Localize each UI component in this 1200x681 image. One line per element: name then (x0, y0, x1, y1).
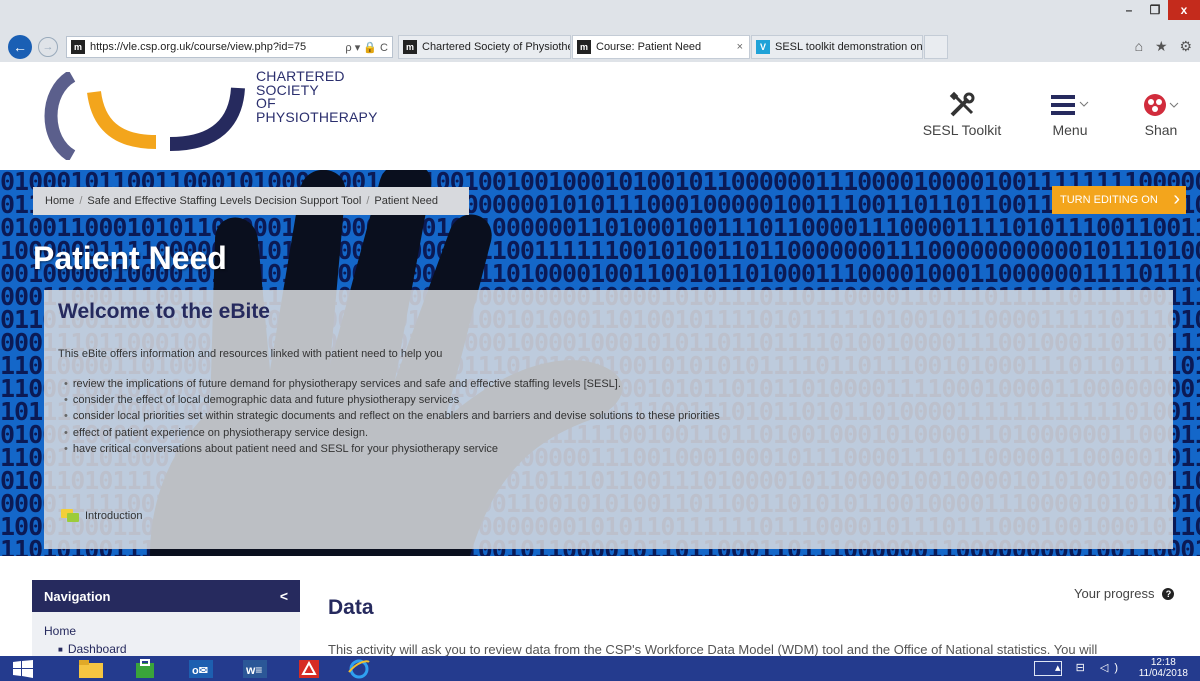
introduction-link[interactable]: Introduction (60, 508, 142, 524)
list-item: consider the effect of local demographic… (64, 394, 720, 410)
breadcrumb-separator: / (79, 195, 83, 207)
svg-text:w≡: w≡ (245, 663, 262, 677)
progress-label: Your progress (1074, 586, 1155, 601)
outlook-icon[interactable]: o✉ (182, 657, 220, 680)
address-tools[interactable]: ρ ▾ 🔒 C (345, 41, 388, 54)
breadcrumb-separator: / (366, 195, 370, 207)
navigation-header: Navigation < (32, 580, 300, 612)
welcome-intro: This eBite offers information and resour… (58, 348, 443, 360)
navigation-block: Navigation < Home Dashboard (32, 580, 300, 656)
tab-label: Course: Patient Need (596, 41, 702, 53)
welcome-title: Welcome to the eBite (58, 300, 270, 323)
navigation-title: Navigation (44, 588, 111, 604)
new-tab-button[interactable] (924, 35, 948, 59)
menu-button[interactable]: Menu (1040, 88, 1100, 138)
windows-logo-icon (13, 659, 33, 678)
browser-chrome: – ❐ x ← → m https://vle.csp.org.uk/cours… (0, 0, 1200, 62)
v-icon: V (756, 40, 770, 54)
list-item: have critical conversations about patien… (64, 443, 720, 459)
internet-explorer-icon[interactable] (340, 657, 378, 680)
tools-icon (949, 91, 975, 117)
section-description: This activity will ask you to review dat… (328, 642, 1098, 656)
collapse-icon[interactable]: < (280, 588, 288, 604)
section-title: Data (328, 596, 374, 619)
windows-taskbar: o✉ w≡ ▴ ⊟ ◁) 12:18 11/04/2018 (0, 656, 1200, 681)
list-item: review the implications of future demand… (64, 378, 720, 394)
breadcrumb: Home / Safe and Effective Staffing Level… (33, 187, 469, 215)
forum-icon (61, 509, 79, 522)
your-progress: Your progress ? (1074, 586, 1175, 601)
navigation-tree: Home Dashboard (32, 612, 300, 656)
help-icon[interactable]: ? (1162, 587, 1175, 600)
clock-date: 11/04/2018 (1138, 668, 1188, 679)
m-icon: m (403, 40, 417, 54)
page-title: Patient Need (33, 240, 227, 276)
user-menu[interactable]: Shan (1136, 88, 1186, 138)
welcome-bullets: review the implications of future demand… (64, 378, 720, 459)
word-icon[interactable]: w≡ (236, 657, 274, 680)
nav-home-link[interactable]: Home (44, 624, 288, 638)
sesl-toolkit-label: SESL Toolkit (922, 122, 1002, 138)
minimize-button[interactable]: – (1116, 0, 1142, 20)
browser-toolbar-icons[interactable]: ⌂ ★ ⚙ (1135, 38, 1196, 55)
site-header: CHARTERED SOCIETY OF PHYSIOTHERAPY SESL … (0, 62, 1200, 170)
tab-course-patient-need[interactable]: m Course: Patient Need × (572, 35, 750, 59)
window-controls: – ❐ x (1116, 0, 1200, 22)
back-button[interactable]: ← (8, 35, 32, 59)
m-icon: m (577, 40, 591, 54)
close-window-button[interactable]: x (1168, 0, 1200, 20)
hero-banner: 0100010110011000101000110010011001001001… (0, 170, 1200, 556)
hamburger-icon (1051, 95, 1089, 115)
breadcrumb-home[interactable]: Home (45, 195, 74, 207)
breadcrumb-current[interactable]: Patient Need (374, 195, 438, 207)
svg-text:o✉: o✉ (192, 665, 208, 677)
menu-label: Menu (1052, 122, 1088, 138)
avatar (1144, 94, 1179, 116)
welcome-panel: Welcome to the eBite This eBite offers i… (44, 290, 1173, 549)
nav-dashboard-link[interactable]: Dashboard (44, 642, 288, 656)
tab-label: SESL toolkit demonstration on ... (775, 41, 923, 53)
chevron-right-icon: › (1173, 188, 1180, 210)
start-button[interactable] (4, 657, 42, 680)
system-tray[interactable]: ▴ ⊟ ◁) (1055, 661, 1124, 674)
sesl-toolkit-link[interactable]: SESL Toolkit (920, 88, 1004, 138)
store-icon[interactable] (126, 657, 164, 680)
edit-button-label: TURN EDITING ON (1060, 194, 1158, 206)
close-tab-icon[interactable]: × (737, 41, 743, 53)
tab-label: Chartered Society of Physiothe... (422, 41, 571, 53)
restore-button[interactable]: ❐ (1142, 0, 1168, 20)
breadcrumb-sesl-tool[interactable]: Safe and Effective Staffing Levels Decis… (87, 195, 361, 207)
tab-chartered-society[interactable]: m Chartered Society of Physiothe... (398, 35, 571, 59)
browser-navbar: ← → m https://vle.csp.org.uk/course/view… (0, 34, 1200, 60)
tab-sesl-toolkit-demo[interactable]: V SESL toolkit demonstration on ... (751, 35, 923, 59)
acrobat-icon[interactable] (290, 657, 328, 680)
turn-editing-on-button[interactable]: TURN EDITING ON › (1052, 186, 1186, 214)
m-icon: m (71, 40, 85, 54)
list-item: consider local priorities set within str… (64, 410, 720, 426)
introduction-label: Introduction (85, 510, 143, 522)
file-explorer-icon[interactable] (72, 657, 110, 680)
org-name: CHARTERED SOCIETY OF PHYSIOTHERAPY (256, 68, 378, 125)
clock[interactable]: 12:18 11/04/2018 (1139, 657, 1188, 679)
address-bar[interactable]: m https://vle.csp.org.uk/course/view.php… (66, 36, 393, 58)
forward-button[interactable]: → (38, 37, 58, 57)
clock-time: 12:18 (1150, 657, 1176, 668)
list-item: effect of patient experience on physioth… (64, 427, 720, 443)
url-text: https://vle.csp.org.uk/course/view.php?i… (90, 41, 307, 53)
csp-logo[interactable] (40, 72, 250, 160)
user-name: Shan (1144, 122, 1178, 138)
